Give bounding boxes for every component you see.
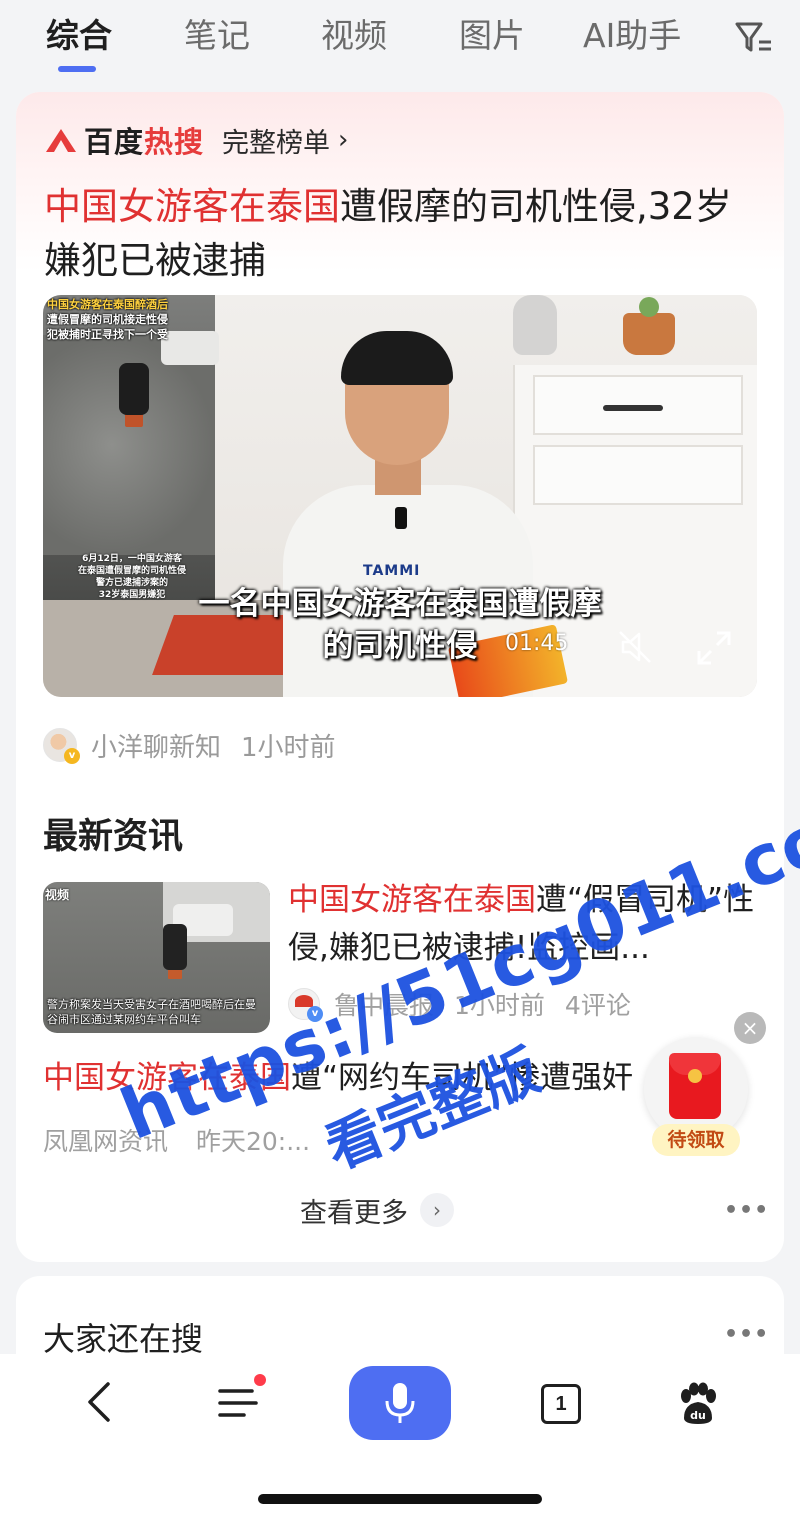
red-packet-label[interactable]: 待领取 [652,1124,740,1156]
notification-dot [254,1374,266,1386]
home-indicator [258,1494,542,1504]
filter-icon[interactable] [733,16,773,56]
author-time: 1小时前 [241,732,336,763]
video-author[interactable]: v 小洋聊新知 1小时前 [43,727,336,764]
mute-icon[interactable] [615,627,655,667]
close-icon[interactable]: × [734,1012,766,1044]
news-time: 1小时前 [454,991,545,1020]
top-tab-bar: 综合 笔记 视频 图片 AI助手 [0,0,800,86]
back-arrow-icon[interactable] [78,1380,122,1424]
fullscreen-icon[interactable] [695,629,733,667]
avatar: v [43,728,80,764]
hot-flame-icon [46,129,76,152]
tab-switcher-button[interactable]: 1 [541,1384,581,1424]
inset-caption: 中国女游客在泰国醉酒后 遭假冒摩的司机接走性侵 犯被捕时正寻找下一个受 [47,298,168,341]
see-more-button[interactable]: 查看更多 › [300,1190,454,1230]
news-item-meta: 凤凰网资讯 昨天20:... [43,1122,310,1158]
tab-ai-assistant[interactable]: AI助手 [583,14,681,58]
chevron-right-icon: › [338,125,349,155]
news-comments: 4评论 [564,991,631,1020]
more-options-icon[interactable]: ••• [724,1198,769,1223]
chevron-right-icon: › [420,1193,454,1227]
tab-notes[interactable]: 笔记 [184,14,250,58]
news-item-meta: v 鲁中晨报 1小时前 4评论 [288,986,631,1022]
source-logo-icon: v [288,988,323,1022]
shirt-text: TAMMI [363,563,421,579]
video-player[interactable]: 中国女游客在泰国醉酒后 遭假冒摩的司机接走性侵 犯被捕时正寻找下一个受 6月12… [43,295,757,697]
hot-headline[interactable]: 中国女游客在泰国遭假摩的司机性侵,32岁嫌犯已被逮捕 [44,180,754,288]
video-inset-clip: 中国女游客在泰国醉酒后 遭假冒摩的司机接走性侵 犯被捕时正寻找下一个受 6月12… [43,295,219,600]
news-thumbnail[interactable]: 视频 警方称案发当天受害女子在酒吧喝醉后在曼谷闹市区通过某网约车平台叫车 [43,882,270,1033]
plant-pot [623,313,675,355]
full-list-link[interactable]: 完整榜单 › [222,121,348,160]
tab-all[interactable]: 综合 [46,14,112,58]
verified-badge-icon: v [64,748,80,764]
active-tab-indicator [58,66,96,72]
microphone-icon [385,1383,415,1423]
news-item-title[interactable]: 中国女游客在泰国遭“网约车司机”惨遭强奸 [43,1054,733,1102]
thumb-tag: 视频 [45,888,70,902]
tab-videos[interactable]: 视频 [321,14,387,58]
lapel-mic [395,507,407,529]
svg-text:du: du [690,1409,706,1422]
red-envelope-icon [669,1053,721,1119]
news-source: 凤凰网资讯 [43,1127,169,1156]
news-item-title[interactable]: 中国女游客在泰国遭“假冒司机”性侵,嫌犯已被逮捕!监控画... [288,876,758,972]
tab-images[interactable]: 图片 [459,14,525,58]
voice-search-button[interactable] [349,1366,451,1440]
news-source: 鲁中晨报 [334,991,435,1020]
headline-highlight: 中国女游客在泰国 [44,185,340,228]
author-name: 小洋聊新知 [91,732,222,763]
news-time: 昨天20:... [195,1127,311,1156]
more-options-icon[interactable]: ••• [724,1322,769,1347]
video-duration: 01:45 [505,631,569,656]
menu-icon[interactable] [218,1386,258,1420]
baidu-paw-icon[interactable]: du [676,1382,720,1426]
thumb-caption: 警方称案发当天受害女子在酒吧喝醉后在曼谷闹市区通过某网约车平台叫车 [47,998,256,1026]
full-list-label: 完整榜单 [222,127,331,159]
bottom-navigation: 1 du [0,1354,800,1522]
baidu-hot-logo: 百度热搜 [44,119,204,161]
hot-search-header: 百度热搜 完整榜单 › [44,120,348,160]
latest-news-title: 最新资讯 [43,817,184,857]
